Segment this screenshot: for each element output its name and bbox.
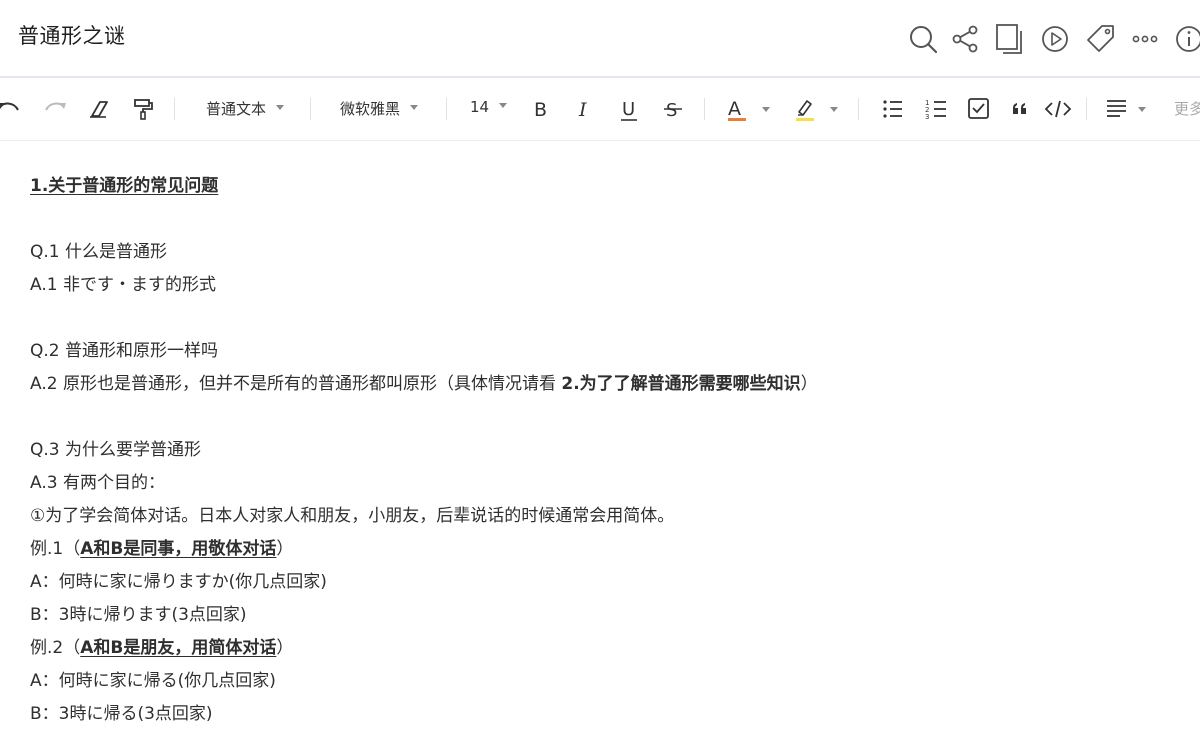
example-1-line-b: B：3時に帰ります(3点回家) xyxy=(30,605,247,625)
paragraph-style-value: 普通文本 xyxy=(206,100,267,118)
redo-icon[interactable] xyxy=(42,96,68,122)
example-1-suffix: ） xyxy=(276,539,294,559)
align-dropdown[interactable] xyxy=(1104,96,1150,122)
font-family-value: 微软雅黑 xyxy=(340,100,401,118)
title-bar: 普通形之谜 xyxy=(0,0,1200,76)
italic-button[interactable]: I xyxy=(574,97,598,123)
toolbar-separator xyxy=(858,98,859,120)
document-body[interactable]: 1.关于普通形的常见问题 Q.1 什么是普通形 A.1 非です・ます的形式 Q.… xyxy=(30,170,1180,731)
toolbar-separator xyxy=(310,98,311,120)
undo-icon[interactable] xyxy=(0,96,22,122)
chevron-down-icon xyxy=(410,105,419,110)
highlight-color-button[interactable] xyxy=(794,95,840,121)
search-icon[interactable] xyxy=(906,22,940,56)
toolbar-separator xyxy=(446,98,447,120)
answer-2-text: A.2 原形也是普通形，但并不是所有的普通形都叫原形（具体情况请看 xyxy=(30,374,562,394)
eraser-icon[interactable] xyxy=(86,96,112,122)
tag-icon[interactable] xyxy=(1084,22,1118,56)
font-family-dropdown[interactable]: 微软雅黑 xyxy=(340,98,419,122)
example-2-suffix: ） xyxy=(276,638,294,658)
quote-icon[interactable] xyxy=(1008,96,1034,122)
code-icon[interactable] xyxy=(1044,96,1072,122)
svg-text:B: B xyxy=(534,99,547,121)
text-color-button[interactable]: A xyxy=(726,95,770,121)
font-size-value: 14 xyxy=(470,98,490,116)
more-options-button[interactable]: 更多 xyxy=(1174,98,1200,119)
svg-text:S: S xyxy=(666,100,677,121)
purpose-1: ①为了学会简体对话。日本人对家人和朋友，小朋友，后辈说话的时候通常会用简体。 xyxy=(30,506,675,526)
document-title[interactable]: 普通形之谜 xyxy=(18,20,126,50)
share-icon[interactable] xyxy=(948,22,982,56)
bullet-list-icon[interactable] xyxy=(880,96,906,122)
more-icon[interactable] xyxy=(1128,22,1162,56)
toolbar-separator xyxy=(704,98,705,120)
example-2-label: A和B是朋友，用简体对话 xyxy=(80,638,277,658)
svg-text:U: U xyxy=(622,99,635,120)
answer-2-reference: 2.为了了解普通形需要哪些知识 xyxy=(561,374,801,394)
section-heading: 1.关于普通形的常见问题 xyxy=(30,176,219,196)
svg-text:A: A xyxy=(728,98,741,120)
format-painter-icon[interactable] xyxy=(130,96,156,122)
paragraph-style-dropdown[interactable]: 普通文本 xyxy=(206,98,285,122)
font-size-dropdown[interactable]: 14 xyxy=(470,98,508,122)
example-1-heading: 例.1（A和B是同事，用敬体对话） xyxy=(30,533,1180,566)
copy-icon[interactable] xyxy=(994,22,1028,56)
question-2: Q.2 普通形和原形一样吗 xyxy=(30,341,219,361)
chevron-down-icon xyxy=(276,105,285,110)
answer-2: A.2 原形也是普通形，但并不是所有的普通形都叫原形（具体情况请看 2.为了了解… xyxy=(30,368,1180,401)
checklist-icon[interactable] xyxy=(966,96,992,122)
svg-text:I: I xyxy=(578,99,587,121)
numbered-list-icon[interactable]: 123 xyxy=(924,96,950,122)
strikethrough-button[interactable]: S xyxy=(662,97,686,123)
answer-1: A.1 非です・ます的形式 xyxy=(30,275,216,295)
toolbar-separator xyxy=(174,98,175,120)
play-icon[interactable] xyxy=(1038,22,1072,56)
underline-button[interactable]: U xyxy=(618,97,642,123)
example-2-prefix: 例.2（ xyxy=(30,638,81,658)
example-2-line-b: B：3時に帰る(3点回家) xyxy=(30,704,213,724)
example-2-line-a: A：何時に家に帰る(你几点回家) xyxy=(30,671,276,691)
answer-3: A.3 有两个目的： xyxy=(30,473,165,493)
example-1-label: A和B是同事，用敬体对话 xyxy=(80,539,277,559)
bold-button[interactable]: B xyxy=(530,97,554,123)
info-icon[interactable] xyxy=(1172,22,1200,56)
chevron-down-icon xyxy=(499,103,508,108)
formatting-toolbar: 普通文本 微软雅黑 14 B I U S A 123 更多 xyxy=(0,78,1200,141)
example-1-line-a: A：何時に家に帰りますか(你几点回家) xyxy=(30,572,327,592)
example-2-heading: 例.2（A和B是朋友，用简体对话） xyxy=(30,632,1180,665)
question-1: Q.1 什么是普通形 xyxy=(30,242,168,262)
answer-2-close: ） xyxy=(800,374,818,394)
example-1-prefix: 例.1（ xyxy=(30,539,81,559)
svg-text:3: 3 xyxy=(925,113,929,121)
question-3: Q.3 为什么要学普通形 xyxy=(30,440,202,460)
toolbar-separator xyxy=(1086,98,1087,120)
